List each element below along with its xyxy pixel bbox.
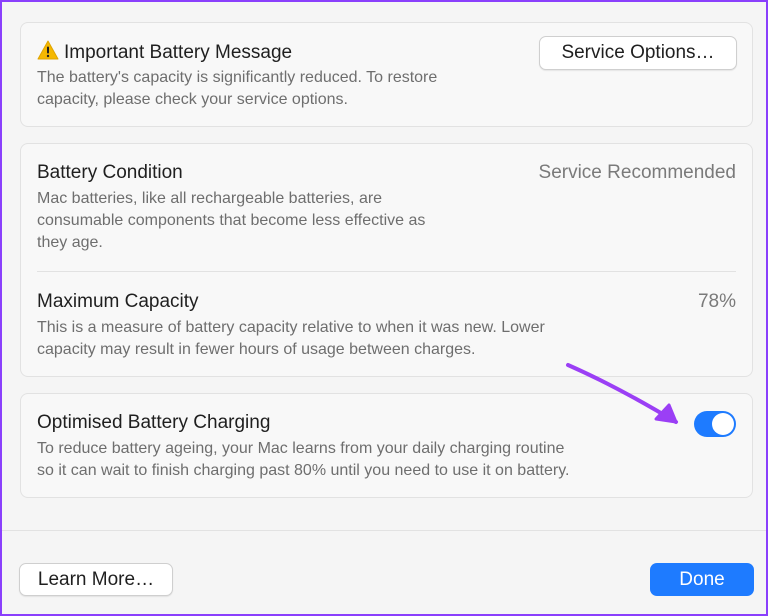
section-divider	[37, 271, 736, 272]
optimised-charging-description: To reduce battery ageing, your Mac learn…	[37, 440, 570, 479]
optimised-charging-toggle[interactable]	[694, 411, 736, 437]
message-description: The battery's capacity is significantly …	[37, 69, 438, 108]
maximum-capacity-title: Maximum Capacity	[37, 291, 199, 312]
optimised-charging-title: Optimised Battery Charging	[37, 412, 271, 433]
service-options-button[interactable]: Service Options…	[539, 36, 737, 70]
battery-dialog: Important Battery Message The battery's …	[0, 0, 768, 616]
maximum-capacity-value: 78%	[697, 291, 736, 312]
toggle-knob	[712, 413, 734, 435]
done-button[interactable]: Done	[650, 563, 754, 596]
annotation-arrow-icon	[566, 363, 678, 424]
footer-divider	[2, 530, 766, 531]
message-title: Important Battery Message	[64, 42, 293, 63]
battery-condition-title: Battery Condition	[37, 162, 183, 183]
battery-message-card: Important Battery Message The battery's …	[20, 22, 753, 127]
battery-condition-description: Mac batteries, like all rechargeable bat…	[37, 190, 426, 251]
battery-condition-value: Service Recommended	[538, 162, 736, 183]
battery-health-card: Battery Condition Service Recommended Ma…	[20, 143, 753, 377]
warning-icon	[37, 40, 59, 60]
maximum-capacity-description: This is a measure of battery capacity re…	[37, 319, 545, 358]
learn-more-button[interactable]: Learn More…	[19, 563, 173, 596]
